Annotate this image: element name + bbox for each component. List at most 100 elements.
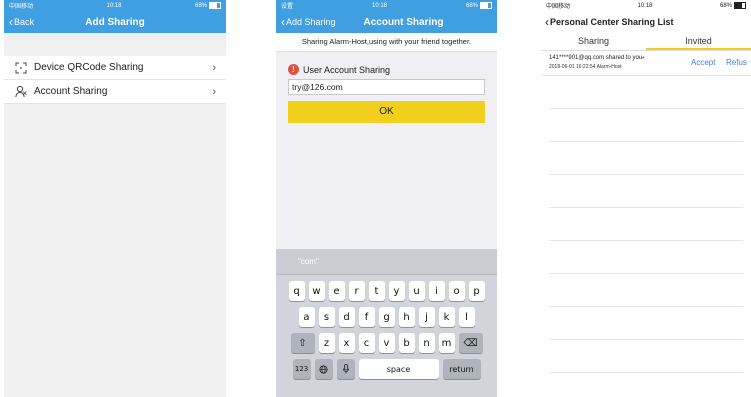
user-account-sharing-label: ! User Account Sharing <box>288 64 497 75</box>
list-item-device-qrcode-sharing[interactable]: Device QRCode Sharing › <box>4 56 226 80</box>
chevron-left-icon: ‹ <box>545 15 549 29</box>
share-time: 2018-06-01 16:22:54 <box>549 64 596 70</box>
chevron-right-icon: › <box>212 85 216 98</box>
key-t[interactable]: t <box>368 281 385 301</box>
unread-dot: • <box>642 55 645 62</box>
tab-sharing[interactable]: Sharing <box>541 33 646 50</box>
keyboard-row-2: asdfghjkl <box>276 307 497 327</box>
keyboard-row-3: ⇧ zxcvbnm ⌫ <box>276 333 497 353</box>
battery-indicator: 68% <box>195 1 221 9</box>
tab-invited[interactable]: Invited <box>646 33 751 50</box>
key-r[interactable]: r <box>348 281 365 301</box>
space-key[interactable]: space <box>358 359 439 379</box>
accept-button[interactable]: Accept <box>691 58 715 67</box>
key-x[interactable]: x <box>338 333 355 353</box>
key-j[interactable]: j <box>418 307 435 327</box>
status-time: 10:18 <box>371 2 387 9</box>
key-a[interactable]: a <box>298 307 315 327</box>
phone-add-sharing: 中国移动 10:18 68% ‹ Back Add Sharing Device… <box>4 0 226 397</box>
key-o[interactable]: o <box>448 281 465 301</box>
sharing-info-text: Sharing Alarm-Host,using with your frien… <box>276 33 497 52</box>
empty-row <box>549 142 743 175</box>
user-share-icon <box>14 85 28 99</box>
status-time: 10:18 <box>106 2 122 9</box>
empty-row <box>549 274 743 307</box>
numbers-key[interactable]: 123 <box>292 359 311 379</box>
key-h[interactable]: h <box>398 307 415 327</box>
field-label: User Account Sharing <box>303 64 391 75</box>
key-z[interactable]: z <box>318 333 335 353</box>
key-l[interactable]: l <box>458 307 475 327</box>
carrier-label: 设置 <box>281 4 294 10</box>
top-bar: 中国移动 10:18 68% ‹ Back Add Sharing <box>4 0 226 33</box>
back-label: Back <box>14 17 35 27</box>
list-item-label: Device QRCode Sharing <box>34 62 144 73</box>
battery-icon <box>209 1 221 9</box>
delete-key[interactable]: ⌫ <box>458 333 483 353</box>
nav-bar: ‹ Add Sharing Account Sharing <box>276 11 497 33</box>
key-k[interactable]: k <box>438 307 455 327</box>
account-input[interactable]: try@126.com <box>288 79 485 95</box>
globe-icon[interactable] <box>314 359 333 379</box>
back-button[interactable]: ‹ Add Sharing <box>281 15 336 29</box>
empty-row <box>549 76 743 109</box>
key-i[interactable]: i <box>428 281 445 301</box>
key-s[interactable]: s <box>318 307 335 327</box>
back-button[interactable]: ‹ Personal Center Sharing List <box>545 15 674 29</box>
battery-icon <box>734 1 746 9</box>
key-g[interactable]: g <box>378 307 395 327</box>
microphone-icon[interactable] <box>336 359 355 379</box>
status-bar: 中国移动 10:18 68% <box>541 0 751 11</box>
list-item: 141****901@qq.com shared to you• 2018-06… <box>541 51 751 76</box>
shift-key[interactable]: ⇧ <box>290 333 315 353</box>
top-bar: 中国移动 10:18 68% ‹ Personal Center Sharing… <box>541 0 751 33</box>
key-f[interactable]: f <box>358 307 375 327</box>
key-e[interactable]: e <box>328 281 345 301</box>
nav-bar: ‹ Personal Center Sharing List <box>541 11 751 33</box>
return-key[interactable]: return <box>442 359 481 379</box>
key-w[interactable]: w <box>308 281 325 301</box>
phone-sharing-list: 中国移动 10:18 68% ‹ Personal Center Sharing… <box>541 0 751 397</box>
sharing-tabs: Sharing Invited <box>541 33 751 51</box>
list-item-account-sharing[interactable]: Account Sharing › <box>4 80 226 104</box>
keyboard-suggestion[interactable]: "com" <box>276 249 497 275</box>
chevron-left-icon: ‹ <box>9 15 13 29</box>
nav-bar: ‹ Back Add Sharing <box>4 11 226 33</box>
alert-icon: ! <box>288 64 299 75</box>
battery-icon <box>480 1 492 9</box>
key-c[interactable]: c <box>358 333 375 353</box>
status-bar: 中国移动 10:18 68% <box>4 0 226 11</box>
chevron-right-icon: › <box>212 61 216 74</box>
keyboard-row-1: qwertyuiop <box>276 281 497 301</box>
ok-button[interactable]: OK <box>288 101 485 123</box>
key-p[interactable]: p <box>468 281 485 301</box>
status-bar: 设置 10:18 68% <box>276 0 497 11</box>
share-device: Alarm-Host <box>596 64 622 70</box>
key-n[interactable]: n <box>418 333 435 353</box>
list-item-label: Account Sharing <box>34 86 108 97</box>
status-time: 10:18 <box>637 2 653 9</box>
share-message: 141****901@qq.com shared to you• <box>549 55 645 62</box>
key-d[interactable]: d <box>338 307 355 327</box>
battery-indicator: 68% <box>720 1 746 9</box>
empty-row <box>549 175 743 208</box>
top-bar: 设置 10:18 68% ‹ Add Sharing Account Shari… <box>276 0 497 33</box>
empty-row <box>549 241 743 274</box>
key-b[interactable]: b <box>398 333 415 353</box>
carrier-label: 中国移动 <box>9 4 34 10</box>
page-title: Add Sharing <box>85 16 145 28</box>
key-v[interactable]: v <box>378 333 395 353</box>
key-u[interactable]: u <box>408 281 425 301</box>
back-button[interactable]: ‹ Back <box>9 15 35 29</box>
page-title: Personal Center Sharing List <box>550 17 674 27</box>
key-q[interactable]: q <box>288 281 305 301</box>
on-screen-keyboard: "com" qwertyuiop asdfghjkl ⇧ zxcvbnm ⌫ 1… <box>276 249 497 397</box>
key-y[interactable]: y <box>388 281 405 301</box>
empty-row <box>549 109 743 142</box>
key-m[interactable]: m <box>438 333 455 353</box>
phone-account-sharing: 设置 10:18 68% ‹ Add Sharing Account Shari… <box>276 0 497 397</box>
share-meta: 2018-06-01 16:22:54 Alarm-Host <box>549 64 622 70</box>
sharing-options-list: Device QRCode Sharing › Account Sharing … <box>4 56 226 104</box>
refuse-button[interactable]: Refus <box>726 58 747 67</box>
chevron-left-icon: ‹ <box>281 15 285 29</box>
